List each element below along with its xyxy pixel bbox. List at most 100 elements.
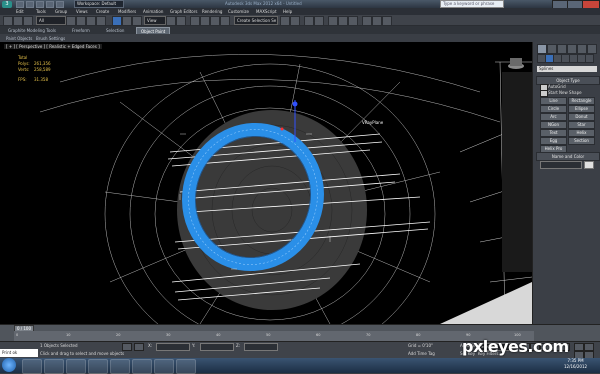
menu-create[interactable]: Create	[96, 8, 109, 15]
rotate-icon[interactable]	[122, 16, 132, 26]
paint-objects-button[interactable]: Paint Objects	[6, 35, 32, 42]
menu-group[interactable]: Group	[55, 8, 67, 15]
egg-button[interactable]: Egg	[540, 137, 567, 145]
brush-settings-button[interactable]: Brush Settings	[36, 35, 65, 42]
menu-animation[interactable]: Animation	[143, 8, 163, 15]
systems-icon[interactable]	[585, 54, 594, 63]
undo-icon[interactable]	[46, 1, 54, 8]
render-setup-icon[interactable]	[362, 16, 372, 26]
undo-icon[interactable]	[3, 16, 13, 26]
material-editor-icon[interactable]	[348, 16, 358, 26]
rect-selection-icon[interactable]	[86, 16, 96, 26]
percent-snap-icon[interactable]	[210, 16, 220, 26]
rectangle-button[interactable]: Rectangle	[568, 97, 595, 105]
star-button[interactable]: Star	[568, 121, 595, 129]
open-file-icon[interactable]	[26, 1, 34, 8]
ellipse-button[interactable]: Ellipse	[568, 105, 595, 113]
circle-button[interactable]: Circle	[540, 105, 567, 113]
viewcube-cube[interactable]	[510, 58, 522, 66]
save-icon[interactable]	[36, 1, 44, 8]
curve-editor-icon[interactable]	[328, 16, 338, 26]
media-player-icon[interactable]	[66, 359, 86, 374]
perspective-viewport[interactable]	[0, 42, 532, 324]
utilities-tab-icon[interactable]	[587, 44, 597, 54]
mirror-icon[interactable]	[280, 16, 290, 26]
graphite-toggle-icon[interactable]	[314, 16, 324, 26]
gizmo-z-handle[interactable]	[292, 101, 298, 107]
redo-icon[interactable]	[13, 16, 23, 26]
new-file-icon[interactable]	[16, 1, 24, 8]
viewport-label[interactable]: [ + ] [ Perspective ] [ Realistic + Edge…	[4, 44, 102, 49]
rendered-frame-icon[interactable]	[372, 16, 382, 26]
lock-selection-icon[interactable]	[122, 343, 132, 351]
angle-snap-icon[interactable]	[200, 16, 210, 26]
object-name-field[interactable]	[540, 161, 582, 169]
selection-filter-dropdown[interactable]: All	[36, 16, 66, 25]
pivot-icon[interactable]	[166, 16, 176, 26]
helix-button[interactable]: Helix	[568, 129, 595, 137]
select-icon[interactable]	[66, 16, 76, 26]
name-and-color-rollout[interactable]: Name and Color	[536, 152, 600, 161]
tab-selection[interactable]: Selection	[106, 27, 124, 34]
schematic-view-icon[interactable]	[338, 16, 348, 26]
layer-manager-icon[interactable]	[304, 16, 314, 26]
object-color-swatch[interactable]	[584, 161, 594, 169]
menu-maxscript[interactable]: MAXScript	[256, 8, 277, 15]
create-tab-icon[interactable]	[537, 44, 547, 54]
menu-graph-editors[interactable]: Graph Editors	[170, 8, 197, 15]
track-bar[interactable]	[14, 331, 534, 341]
zoom-icon[interactable]	[574, 343, 584, 351]
chrome-icon[interactable]	[88, 359, 108, 374]
align-icon[interactable]	[290, 16, 300, 26]
add-time-tag[interactable]: Add Time Tag	[408, 351, 435, 356]
absolute-mode-icon[interactable]	[134, 343, 144, 351]
gizmo-x-handle[interactable]	[280, 127, 284, 131]
menu-customize[interactable]: Customize	[228, 8, 249, 15]
system-clock[interactable]: 7:35 PM 12/16/2012	[564, 358, 587, 370]
donut-button[interactable]: Donut	[568, 113, 595, 121]
app-logo-icon[interactable]: 3	[2, 1, 12, 8]
ngon-button[interactable]: NGon	[540, 121, 567, 129]
display-tab-icon[interactable]	[577, 44, 587, 54]
workspace-select[interactable]: Workspace: Default	[74, 0, 124, 8]
pan-icon[interactable]	[584, 343, 594, 351]
skype-icon[interactable]	[110, 359, 130, 374]
menu-help[interactable]: Help	[283, 8, 292, 15]
manipulate-icon[interactable]	[176, 16, 186, 26]
move-icon[interactable]	[112, 16, 122, 26]
menu-views[interactable]: Views	[76, 8, 88, 15]
arc-button[interactable]: Arc	[540, 113, 567, 121]
menu-rendering[interactable]: Rendering	[202, 8, 222, 15]
maxscript-listener[interactable]: Print ok	[0, 349, 38, 357]
tab-freeform[interactable]: Freeform	[72, 27, 90, 34]
menu-tools[interactable]: Tools	[36, 8, 46, 15]
named-selection-sets-dropdown[interactable]: Create Selection Se	[234, 16, 278, 25]
scale-icon[interactable]	[132, 16, 142, 26]
category-dropdown[interactable]: Splines	[537, 66, 597, 72]
start-new-shape-checkbox[interactable]	[540, 90, 548, 97]
app-icon[interactable]	[132, 359, 152, 374]
motion-tab-icon[interactable]	[567, 44, 577, 54]
menu-edit[interactable]: Edit	[16, 8, 24, 15]
redo-icon[interactable]	[56, 1, 64, 8]
coord-y-field[interactable]	[200, 343, 234, 351]
render-production-icon[interactable]	[382, 16, 392, 26]
start-button[interactable]	[2, 358, 16, 372]
coord-z-field[interactable]	[244, 343, 278, 351]
ie-icon[interactable]	[22, 359, 42, 374]
explorer-icon[interactable]	[44, 359, 64, 374]
menu-modifiers[interactable]: Modifiers	[118, 8, 136, 15]
search-input[interactable]: Type a keyword or phrase	[440, 0, 504, 8]
spinner-snap-icon[interactable]	[220, 16, 230, 26]
tab-graphite-modeling[interactable]: Graphite Modeling Tools	[8, 27, 56, 34]
reference-coord-dropdown[interactable]: View	[144, 16, 166, 25]
section-button[interactable]: Section	[568, 137, 595, 145]
hierarchy-tab-icon[interactable]	[557, 44, 567, 54]
window-crossing-icon[interactable]	[96, 16, 106, 26]
photoshop-icon[interactable]	[154, 359, 174, 374]
link-icon[interactable]	[23, 16, 33, 26]
snaps-toggle-icon[interactable]	[190, 16, 200, 26]
text-button[interactable]: Text	[540, 129, 567, 137]
select-by-name-icon[interactable]	[76, 16, 86, 26]
3dsmax-task-icon[interactable]	[176, 359, 196, 374]
